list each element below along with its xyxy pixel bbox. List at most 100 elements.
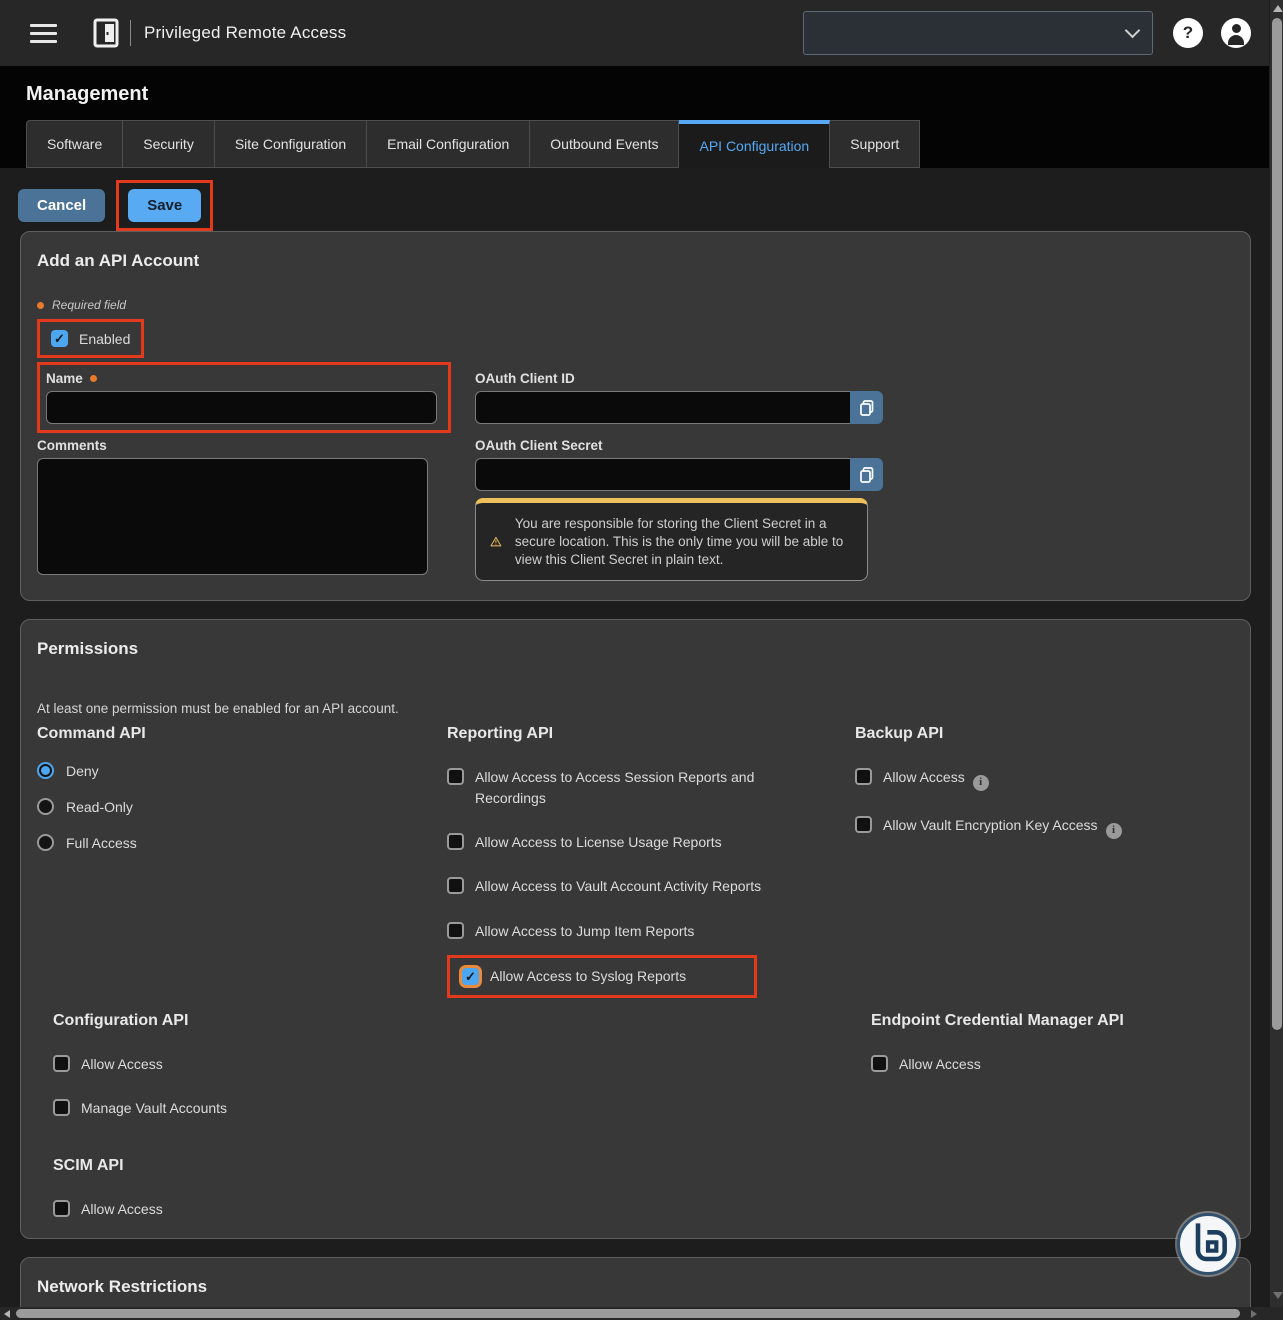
annotation-box-syslog: Allow Access to Syslog Reports [447, 955, 757, 998]
chevron-down-icon [1125, 23, 1141, 39]
horizontal-scrollbar-thumb[interactable] [16, 1309, 1240, 1318]
tab-support[interactable]: Support [830, 120, 920, 168]
checkbox-vault-encryption-key-access[interactable]: Allow Vault Encryption Key Accessi [855, 815, 1200, 839]
site-dropdown[interactable] [803, 11, 1153, 55]
comments-textarea[interactable] [37, 458, 428, 575]
page: Privileged Remote Access ? Management So… [0, 0, 1269, 1307]
configuration-api-section: Configuration API Allow Access Manage Va… [37, 1012, 447, 1219]
section-title: Command API [37, 725, 447, 743]
checkbox-icon [462, 968, 479, 985]
checkbox-scim-allow-access[interactable]: Allow Access [53, 1199, 398, 1219]
account-form: Name OAuth Client ID [37, 362, 1234, 581]
client-secret-warning: You are responsible for storing the Clie… [475, 498, 868, 581]
divider [130, 20, 131, 46]
add-api-account-panel: Add an API Account Required field Enable… [20, 231, 1251, 601]
checkbox-backup-allow-access[interactable]: Allow Accessi [855, 767, 1200, 791]
section-title: Reporting API [447, 725, 855, 743]
radio-icon [37, 798, 54, 815]
checkbox-jump-item-reports[interactable]: Allow Access to Jump Item Reports [447, 921, 792, 941]
tab-software[interactable]: Software [26, 120, 123, 168]
checkbox-icon [53, 1099, 70, 1116]
tab-security[interactable]: Security [123, 120, 215, 168]
copy-client-secret-button[interactable] [850, 458, 883, 491]
info-icon[interactable]: i [973, 775, 989, 791]
door-logo-icon [93, 18, 119, 48]
checkbox-vault-account-activity-reports[interactable]: Allow Access to Vault Account Activity R… [447, 876, 792, 896]
vertical-scrollbar[interactable] [1269, 0, 1283, 1307]
required-dot-icon [37, 302, 44, 309]
oauth-client-id-label: OAuth Client ID [475, 371, 887, 386]
oauth-client-secret-input[interactable] [475, 458, 850, 491]
beyondtrust-logo-icon [1177, 1213, 1239, 1275]
checkbox-ecm-allow-access[interactable]: Allow Access [871, 1054, 1216, 1074]
tab-outbound-events[interactable]: Outbound Events [530, 120, 679, 168]
radio-read-only[interactable]: Read-Only [37, 798, 447, 815]
annotation-box-save: Save [116, 180, 213, 231]
endpoint-credential-manager-api-section: Endpoint Credential Manager API Allow Ac… [855, 1012, 1234, 1074]
checkbox-icon [51, 330, 68, 347]
name-input[interactable] [46, 391, 437, 424]
toolbar: Cancel Save [18, 179, 1269, 231]
required-field-note: Required field [37, 298, 1234, 312]
tab-api-configuration[interactable]: API Configuration [679, 120, 830, 168]
section-title: SCIM API [53, 1157, 447, 1175]
oauth-client-id-input[interactable] [475, 391, 850, 424]
checkbox-icon [53, 1200, 70, 1217]
command-api-section: Command API Deny Read-Only Full Access [37, 725, 447, 851]
network-restrictions-panel: Network Restrictions [20, 1257, 1251, 1307]
scroll-down-icon[interactable] [1273, 1292, 1283, 1299]
panel-title: Permissions [37, 639, 1234, 659]
required-dot-icon [90, 375, 97, 382]
info-icon[interactable]: i [1106, 823, 1122, 839]
permissions-grid: Command API Deny Read-Only Full Access [37, 725, 1234, 997]
section-title: Backup API [855, 725, 1234, 743]
radio-icon [37, 834, 54, 851]
checkbox-icon [447, 768, 464, 785]
cancel-button[interactable]: Cancel [18, 189, 105, 222]
annotation-box-enabled: Enabled [37, 319, 144, 358]
warning-icon [490, 528, 502, 555]
page-title: Management [26, 83, 1269, 106]
scroll-up-icon[interactable] [1273, 5, 1283, 12]
vertical-scrollbar-thumb[interactable] [1272, 18, 1282, 1030]
help-icon[interactable]: ? [1173, 18, 1203, 48]
comments-label: Comments [37, 438, 451, 453]
annotation-box-name: Name [37, 362, 451, 433]
checkbox-icon [447, 833, 464, 850]
checkbox-icon [447, 877, 464, 894]
name-label: Name [46, 371, 442, 386]
horizontal-scrollbar[interactable] [0, 1307, 1269, 1320]
copy-client-id-button[interactable] [850, 391, 883, 424]
copy-icon [858, 466, 876, 484]
content: Cancel Save Add an API Account Required … [0, 168, 1269, 1307]
radio-icon [37, 762, 54, 779]
tab-site-configuration[interactable]: Site Configuration [215, 120, 367, 168]
checkbox-configuration-allow-access[interactable]: Allow Access [53, 1054, 398, 1074]
checkbox-icon [871, 1055, 888, 1072]
save-button[interactable]: Save [128, 189, 201, 222]
enabled-checkbox[interactable]: Enabled [51, 330, 130, 347]
panel-title: Network Restrictions [37, 1277, 1234, 1297]
scroll-left-icon[interactable] [4, 1310, 10, 1318]
section-title: Configuration API [53, 1012, 447, 1030]
checkbox-access-session-reports[interactable]: Allow Access to Access Session Reports a… [447, 767, 792, 808]
checkbox-icon [855, 768, 872, 785]
checkbox-manage-vault-accounts[interactable]: Manage Vault Accounts [53, 1098, 398, 1118]
scroll-right-icon[interactable] [1251, 1310, 1257, 1318]
scim-api-section: SCIM API Allow Access [53, 1157, 447, 1219]
scrollbar-corner [1269, 1307, 1283, 1320]
menu-icon[interactable] [30, 24, 57, 43]
checkbox-syslog-reports[interactable]: Allow Access to Syslog Reports [462, 968, 686, 985]
radio-full-access[interactable]: Full Access [37, 834, 447, 851]
app-title: Privileged Remote Access [144, 23, 346, 43]
checkbox-icon [447, 922, 464, 939]
permissions-note: At least one permission must be enabled … [37, 701, 1234, 716]
backup-api-section: Backup API Allow Accessi Allow Vault Enc… [855, 725, 1234, 839]
tab-email-configuration[interactable]: Email Configuration [367, 120, 530, 168]
checkbox-icon [53, 1055, 70, 1072]
checkbox-license-usage-reports[interactable]: Allow Access to License Usage Reports [447, 832, 792, 852]
radio-deny[interactable]: Deny [37, 762, 447, 779]
copy-icon [858, 399, 876, 417]
oauth-client-id-group: OAuth Client ID [475, 362, 887, 424]
account-icon[interactable] [1221, 18, 1251, 48]
